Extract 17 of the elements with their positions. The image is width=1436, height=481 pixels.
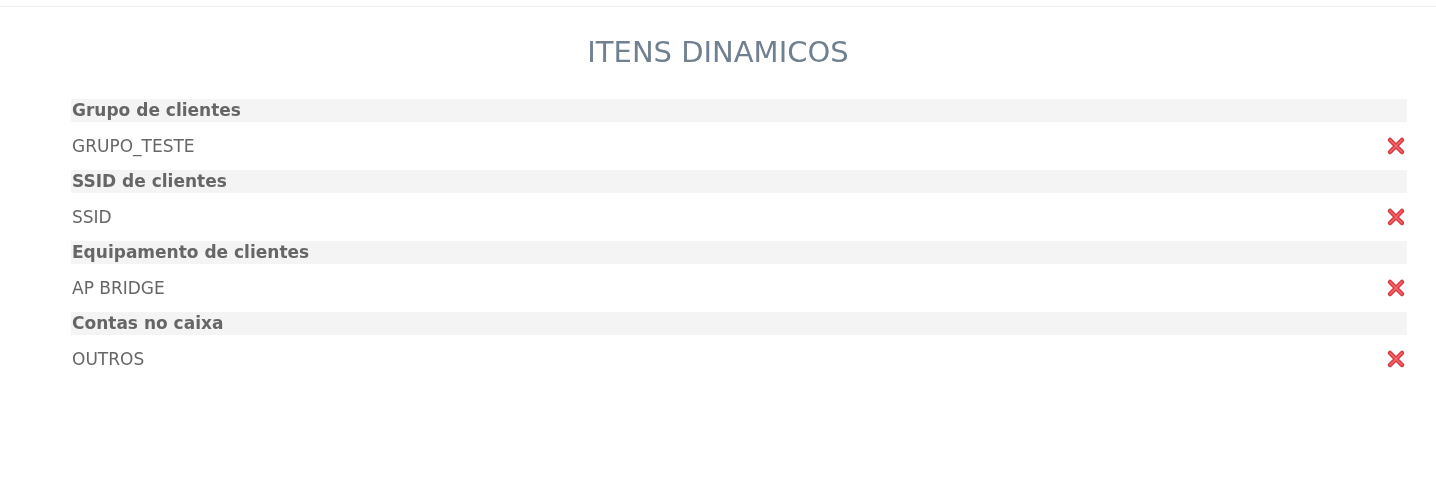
delete-button[interactable] [1386, 136, 1406, 156]
delete-button[interactable] [1386, 278, 1406, 298]
delete-button[interactable] [1386, 349, 1406, 369]
item-label: AP BRIDGE [71, 278, 165, 298]
close-icon [1386, 207, 1406, 227]
close-icon [1386, 136, 1406, 156]
item-label: GRUPO_TESTE [71, 136, 195, 156]
close-icon [1386, 278, 1406, 298]
item-label: OUTROS [71, 349, 145, 369]
group-heading: Contas no caixa [71, 312, 1407, 335]
delete-button[interactable] [1386, 207, 1406, 227]
group-heading: Equipamento de clientes [71, 241, 1407, 264]
close-icon [1386, 349, 1406, 369]
group-heading: Grupo de clientes [71, 99, 1407, 122]
item-label: SSID [71, 207, 112, 227]
group-heading: SSID de clientes [71, 170, 1407, 193]
page-title: ITENS DINAMICOS [586, 34, 850, 71]
